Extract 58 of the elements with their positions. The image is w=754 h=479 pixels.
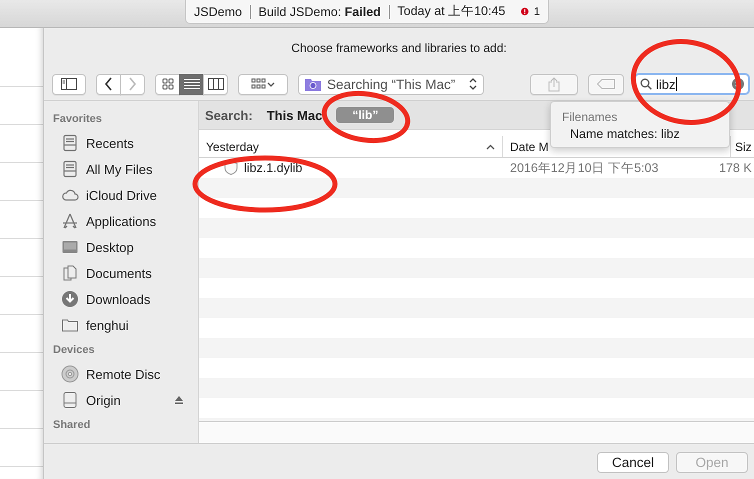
tray-icon — [61, 134, 79, 152]
sidebar-item[interactable]: Remote Disc — [44, 361, 198, 387]
tray-icon — [61, 160, 79, 178]
sidebar-heading: Devices — [52, 343, 96, 358]
sidebar-heading: Shared — [52, 418, 92, 433]
folder-icon — [305, 77, 321, 91]
apps-icon — [61, 212, 79, 230]
download-icon — [61, 290, 79, 308]
dialog-title: Choose frameworks and libraries to add: — [290, 40, 508, 57]
dialog-button[interactable]: Cancel — [597, 452, 669, 472]
chevron-left-icon — [104, 77, 113, 91]
search-icon — [640, 78, 652, 90]
column-header[interactable]: Siz — [731, 136, 754, 157]
disc-icon — [61, 365, 79, 383]
list-view-button[interactable] — [179, 74, 204, 94]
file-name: libz.1.dylib — [244, 161, 302, 175]
sidebar-item[interactable]: iCloud Drive — [44, 182, 198, 208]
tag-icon — [597, 79, 615, 89]
sidebar-heading: Favorites — [52, 112, 103, 127]
menu-item[interactable]: Name matches: libz — [562, 127, 718, 141]
share-icon — [548, 76, 560, 92]
column-header[interactable]: Yesterday — [199, 136, 503, 157]
list-icon — [184, 78, 200, 90]
sidebar-icon — [61, 78, 77, 90]
project-name: JSDemo — [194, 4, 242, 18]
arrange-button[interactable] — [238, 74, 288, 94]
chevron-right-icon — [128, 77, 137, 91]
sidebar-item[interactable]: fenghui — [44, 312, 198, 338]
menu-heading: Filenames — [562, 110, 618, 124]
desktop-icon — [61, 238, 79, 256]
sidebar-item[interactable]: Recents — [44, 130, 198, 156]
drive-icon — [61, 391, 79, 409]
file-row[interactable]: libz.1.dylib 2016年12月10日 下午5:03 178 K — [199, 158, 754, 178]
sidebar-toggle-button[interactable] — [52, 74, 86, 94]
build-time: Today at 上午10:45 — [397, 3, 506, 20]
sidebar-item[interactable]: Applications — [44, 208, 198, 234]
up-down-arrows-icon — [469, 77, 477, 91]
error-icon[interactable] — [521, 5, 529, 18]
search-label: Search: — [205, 108, 253, 122]
docs-icon — [61, 264, 79, 282]
sidebar-item[interactable]: Origin — [44, 387, 198, 413]
sidebar-item[interactable]: Downloads — [44, 286, 198, 312]
sidebar-item[interactable]: Desktop — [44, 234, 198, 260]
columns-view-button[interactable] — [203, 74, 228, 94]
grid-icon — [162, 78, 174, 90]
file-size: 178 K — [718, 161, 753, 175]
grid-dropdown-icon — [251, 78, 275, 90]
search-scope-button[interactable]: This Mac — [266, 108, 322, 122]
columns-icon — [208, 78, 224, 90]
error-count: 1 — [534, 6, 540, 18]
file-date: 2016年12月10日 下午5:03 — [509, 160, 660, 176]
icons-view-button[interactable] — [155, 74, 180, 94]
sidebar-item[interactable]: All My Files — [44, 156, 198, 182]
build-status: Build JSDemo: Failed — [258, 4, 381, 18]
sidebar-item[interactable]: Documents — [44, 260, 198, 286]
eject-icon[interactable] — [174, 395, 184, 405]
back-button[interactable] — [96, 74, 121, 94]
location-popup[interactable]: Searching “This Mac” — [298, 74, 484, 94]
